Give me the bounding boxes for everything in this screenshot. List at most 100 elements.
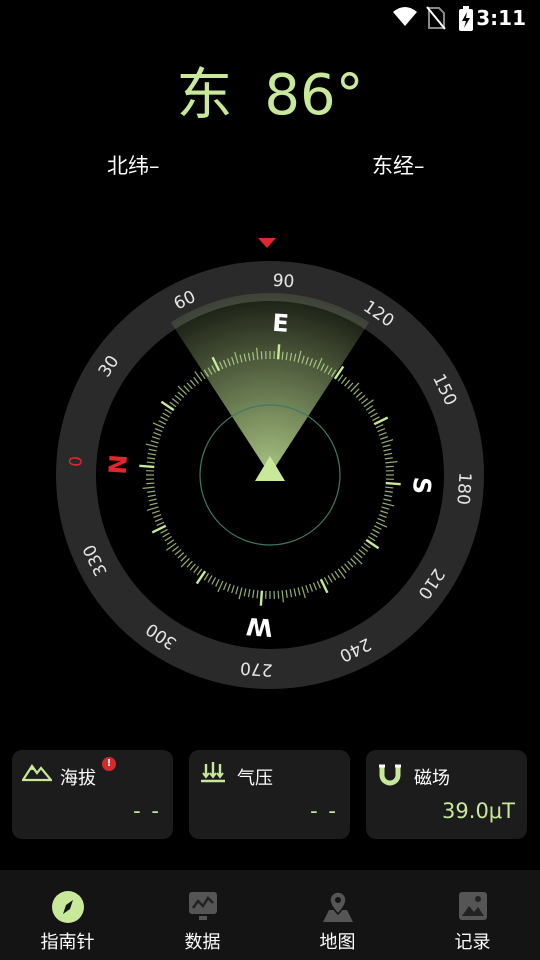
compass-tick <box>207 575 213 583</box>
compass-tick <box>385 465 394 468</box>
compass-tick <box>312 582 318 591</box>
compass-tick <box>334 570 340 579</box>
compass-tick <box>186 382 193 390</box>
magnetic-field-card[interactable]: 磁场 39.0μT <box>366 750 527 839</box>
outer-degree-label: 180 <box>452 472 474 506</box>
compass-tick <box>156 521 165 526</box>
compass-tick <box>146 482 155 485</box>
nav-label-data: 数据 <box>184 932 221 953</box>
compass-tick <box>347 560 354 568</box>
compass-tick <box>196 568 203 576</box>
cardinal-label: S <box>407 476 436 495</box>
compass-tick <box>160 528 168 534</box>
compass-tick <box>211 577 217 585</box>
nav-item-data[interactable]: 数据 <box>135 870 270 960</box>
compass-tick <box>148 498 157 502</box>
compass-tick <box>164 408 172 415</box>
compass-tick <box>160 400 175 412</box>
compass-tick <box>370 532 378 538</box>
pressure-card[interactable]: 气压 - - <box>189 750 350 839</box>
compass-tick <box>217 580 224 593</box>
compass-tick <box>193 376 200 384</box>
compass-tick <box>384 457 393 460</box>
magnet-icon <box>379 764 401 786</box>
compass-tick <box>154 517 163 523</box>
compass-tick <box>327 575 333 583</box>
compass-tick <box>180 555 187 562</box>
compass-tick <box>164 535 172 542</box>
compass-tick <box>384 494 393 498</box>
nav-label-map: 地图 <box>319 932 356 953</box>
gallery-icon <box>458 892 487 920</box>
compass-tick <box>355 391 363 398</box>
compass-tick <box>183 385 190 392</box>
altitude-card[interactable]: 海拔 ! - - <box>12 750 173 839</box>
compass-tick <box>277 590 280 599</box>
compass-tick <box>378 432 387 436</box>
compass-tick <box>285 589 288 598</box>
compass-tick <box>256 590 259 599</box>
compass-tick <box>361 398 369 405</box>
compass-tick <box>365 538 380 550</box>
compass-tick <box>189 379 196 387</box>
latitude-label: 北纬– <box>107 154 160 178</box>
compass-tick <box>146 461 155 464</box>
altitude-warning-badge: ! <box>102 757 116 771</box>
compass-tick <box>227 583 231 592</box>
nav-item-map[interactable]: 地图 <box>270 870 405 960</box>
compass-tick <box>177 391 185 398</box>
compass-tick <box>154 427 163 433</box>
compass-tick <box>377 427 386 433</box>
compass-tick <box>380 436 389 440</box>
center-arrow-icon <box>255 456 285 481</box>
pressure-value: - - <box>310 799 338 823</box>
wifi-icon <box>393 7 417 26</box>
heading-degrees: 86° <box>264 63 364 128</box>
heading-direction: 东 <box>176 63 233 128</box>
compass-tick <box>151 436 160 440</box>
compass-tick <box>151 510 160 514</box>
compass-tick <box>147 457 156 460</box>
cardinal-label: E <box>271 309 289 338</box>
compass-tick <box>153 514 162 518</box>
altitude-value: - - <box>133 799 161 823</box>
compass-tick <box>189 563 196 571</box>
mountain-icon <box>22 764 52 782</box>
compass-tick <box>381 506 390 510</box>
compass-tick <box>142 486 155 489</box>
compass-tick <box>186 560 193 568</box>
compass-tick <box>174 549 182 556</box>
compass-tick <box>166 539 175 545</box>
compass-tick <box>147 494 156 498</box>
compass-tick <box>353 388 360 395</box>
compass-tick <box>384 490 393 493</box>
battery-charging-icon <box>459 6 473 31</box>
compass-tick <box>150 440 159 444</box>
compass-tick <box>365 405 374 411</box>
compass-icon <box>51 891 84 923</box>
compass-tick <box>383 498 392 502</box>
compass-tick <box>323 577 329 585</box>
compass-tick <box>373 525 382 530</box>
compass-tick <box>330 573 337 581</box>
pressure-label: 气压 <box>237 768 273 789</box>
compass-tick <box>145 443 158 448</box>
compass-tick <box>195 570 207 585</box>
map-pin-icon <box>322 891 353 922</box>
compass-tick <box>368 408 376 415</box>
cardinal-label: N <box>104 453 133 475</box>
compass-tick <box>372 528 380 534</box>
compass-tick <box>238 587 243 600</box>
compass-tick <box>222 582 228 591</box>
compass-tick <box>337 374 344 382</box>
compass-tick <box>215 578 220 587</box>
compass-tick <box>252 589 255 598</box>
compass-tick <box>293 588 297 597</box>
compass-tick <box>344 379 351 387</box>
heading-indicator-marker <box>258 238 276 248</box>
outer-degree-label: 270 <box>240 657 274 679</box>
nav-item-records[interactable]: 记录 <box>405 870 540 960</box>
nav-item-compass[interactable]: 指南针 <box>0 870 135 960</box>
altitude-label: 海拔 <box>60 768 96 789</box>
compass-tick <box>385 461 398 464</box>
